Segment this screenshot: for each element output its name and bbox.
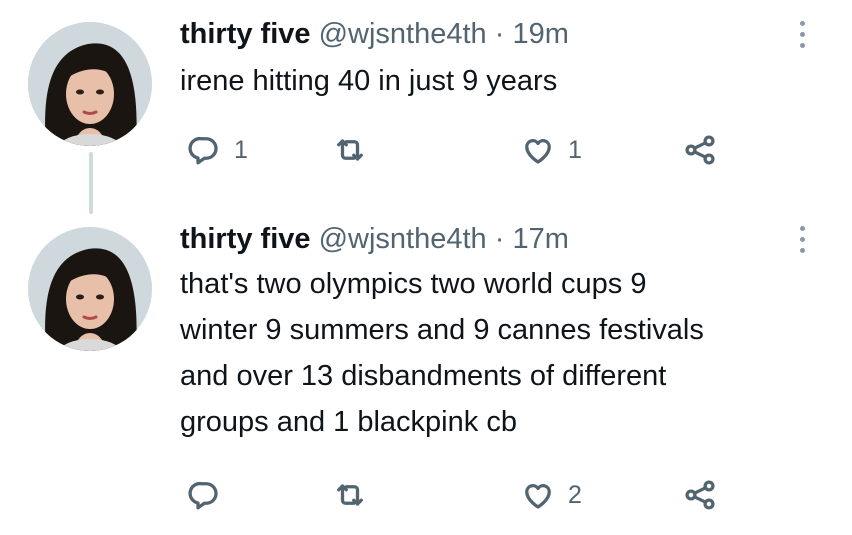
tweet-text: irene hitting 40 in just 9 years [180,65,558,97]
display-name[interactable]: thirty five [180,18,311,50]
user-handle[interactable]: @wjsnthe4th [319,18,487,50]
tweet-header: thirty five @wjsnthe4th · 19m [180,16,569,52]
user-handle[interactable]: @wjsnthe4th [319,223,487,255]
heart-icon [525,139,551,164]
reply-icon [188,481,218,510]
timestamp[interactable]: 17m [512,223,568,255]
separator: · [494,18,505,50]
retweet-button[interactable] [332,475,380,515]
tweet-header: thirty five @wjsnthe4th · 17m [180,221,569,257]
more-options-icon[interactable] [792,219,812,259]
more-options-icon[interactable] [792,14,812,54]
timestamp[interactable]: 19m [512,18,568,50]
retweet-icon [337,139,363,161]
display-name[interactable]: thirty five [180,223,311,255]
like-count: 2 [568,480,582,509]
retweet-icon [337,484,363,506]
reply-count: 1 [234,135,248,164]
share-icon [685,135,715,165]
reply-icon [188,136,218,165]
share-button[interactable] [682,130,718,170]
tweet-actions: 1 1 [180,130,740,170]
avatar[interactable] [28,22,152,146]
tweet-actions: 2 [180,475,740,515]
reply-button[interactable] [186,475,234,515]
like-button[interactable]: 2 [520,475,582,515]
thread-line [89,152,93,214]
avatar-image [28,227,152,351]
tweet-text: that's two olympics two world cups 9 win… [180,268,704,438]
tweet-1[interactable]: thirty five @wjsnthe4th · 19m irene hitt… [0,0,852,215]
like-button[interactable]: 1 [520,130,582,170]
tweet-2[interactable]: thirty five @wjsnthe4th · 17m that's two… [0,215,852,535]
heart-icon [525,484,551,509]
reply-button[interactable]: 1 [186,130,248,170]
avatar[interactable] [28,227,152,351]
avatar-image [28,22,152,146]
like-count: 1 [568,135,582,164]
share-icon [685,480,715,510]
separator: · [494,223,505,255]
retweet-button[interactable] [332,130,380,170]
share-button[interactable] [682,475,718,515]
